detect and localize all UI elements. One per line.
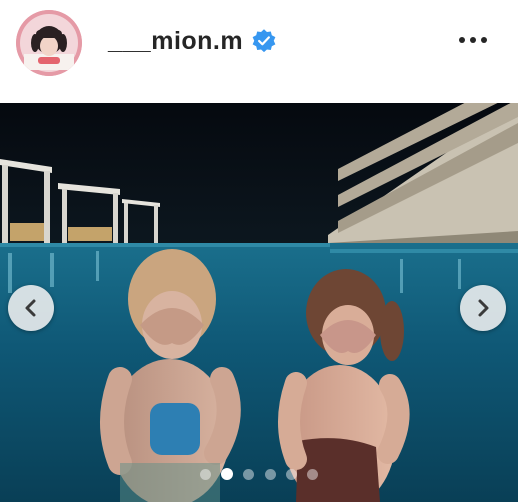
- more-options-button[interactable]: [452, 24, 494, 56]
- carousel-dot[interactable]: [264, 468, 276, 480]
- more-dot: [481, 37, 487, 43]
- avatar-photo: [16, 10, 82, 76]
- more-dot: [459, 37, 465, 43]
- post-photo[interactable]: [0, 103, 518, 502]
- chevron-right-icon: [478, 299, 489, 317]
- carousel-prev-button[interactable]: [8, 285, 54, 331]
- carousel-dot[interactable]: [306, 468, 318, 480]
- carousel-next-button[interactable]: [460, 285, 506, 331]
- pool-night-scene: [0, 103, 518, 502]
- carousel-dot-active[interactable]: [221, 468, 234, 480]
- username[interactable]: ___mion.m: [108, 27, 243, 56]
- carousel-dot[interactable]: [285, 468, 297, 480]
- verified-badge-icon: [252, 29, 276, 53]
- more-dot: [470, 37, 476, 43]
- username-group: ___mion.m: [108, 24, 277, 58]
- carousel-indicator: [200, 467, 318, 481]
- chevron-left-icon: [25, 299, 36, 317]
- post-header: ___mion.m: [0, 0, 518, 103]
- avatar[interactable]: [16, 10, 82, 76]
- carousel-dot[interactable]: [200, 468, 211, 480]
- carousel-dot[interactable]: [243, 468, 255, 480]
